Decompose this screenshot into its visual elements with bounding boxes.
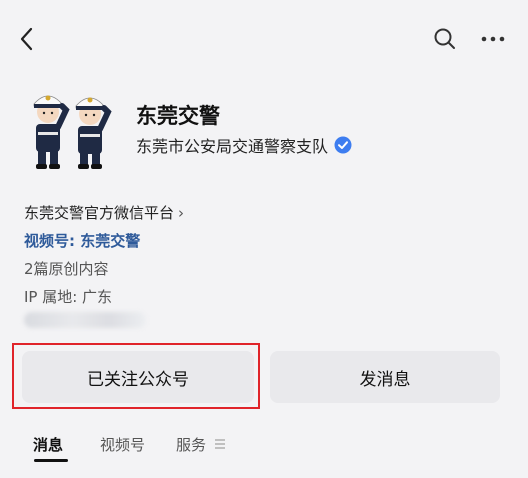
active-tab-indicator bbox=[34, 459, 68, 462]
wechat-platform-link[interactable]: 东莞交警官方微信平台 › bbox=[24, 202, 184, 223]
highlight-box bbox=[12, 343, 260, 409]
blurred-redaction bbox=[24, 312, 146, 328]
search-icon bbox=[434, 28, 455, 49]
wechat-platform-label: 东莞交警官方微信平台 bbox=[24, 204, 175, 222]
tab-video-channel[interactable]: 视频号 bbox=[100, 434, 145, 455]
ip-location: IP 属地: 广东 bbox=[24, 288, 113, 306]
account-name: 东莞交警 bbox=[136, 104, 220, 128]
tab-service[interactable]: 服务 bbox=[176, 434, 206, 455]
more-horizontal-icon bbox=[481, 36, 505, 42]
verified-org-name: 东莞市公安局交通警察支队 bbox=[136, 137, 329, 156]
chevron-right-icon: › bbox=[178, 203, 185, 222]
verified-org-row[interactable]: 东莞市公安局交通警察支队 bbox=[136, 133, 352, 157]
tab-messages[interactable]: 消息 bbox=[33, 434, 63, 455]
search-button[interactable] bbox=[432, 26, 458, 52]
original-count: 2篇原创内容 bbox=[24, 260, 109, 278]
verified-badge-icon bbox=[334, 136, 352, 154]
more-button[interactable] bbox=[478, 26, 508, 52]
send-message-button[interactable]: 发消息 bbox=[270, 351, 500, 403]
menu-icon[interactable] bbox=[214, 438, 226, 450]
chevron-left-icon bbox=[20, 27, 33, 51]
video-channel-link[interactable]: 视频号: 东莞交警 bbox=[24, 230, 140, 251]
avatar[interactable] bbox=[22, 72, 122, 172]
back-button[interactable] bbox=[14, 24, 40, 54]
police-mascot-icon bbox=[22, 72, 122, 172]
send-message-button-label: 发消息 bbox=[359, 369, 411, 390]
